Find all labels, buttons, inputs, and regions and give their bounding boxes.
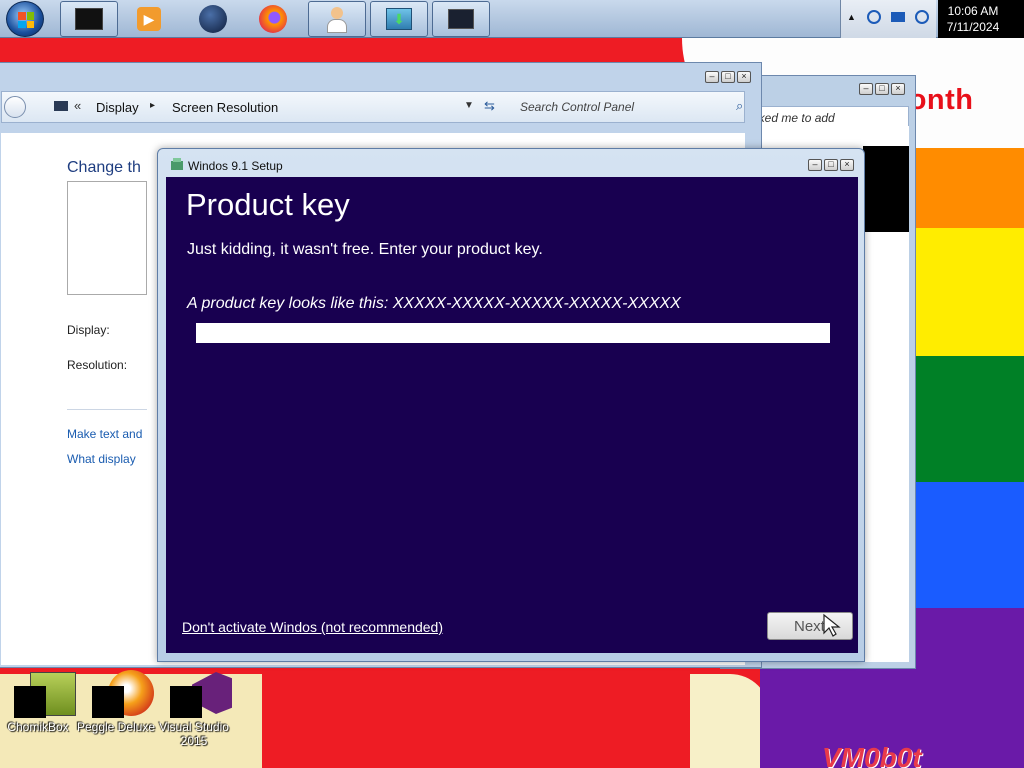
divider (67, 409, 147, 410)
monitor-dark-icon (448, 9, 474, 29)
rainbow-stripe-yellow (914, 228, 1024, 356)
show-hidden-icons-icon[interactable]: ▲ (847, 12, 856, 22)
close-icon[interactable]: × (737, 71, 751, 83)
media-player-icon: ▶ (137, 7, 161, 31)
desktop-icon-peggle[interactable]: Peggle Deluxe (76, 668, 156, 734)
wallpaper-cream-curve (690, 674, 770, 768)
wallpaper-signature: VM0b0t (822, 742, 922, 768)
taskbar: ▶ ⬇ ▲ 10:06 AM 7/11/2024 (0, 0, 1024, 38)
visual-studio-icon (170, 668, 232, 718)
chomikbox-icon (14, 668, 76, 718)
breadcrumb-separator: « (74, 98, 82, 113)
refresh-icon[interactable]: ⇆ (484, 98, 495, 114)
display-label: Display: (67, 323, 110, 337)
close-icon[interactable]: × (840, 159, 854, 171)
user-doctor-icon (325, 5, 349, 33)
monitor-preview[interactable] (67, 181, 147, 295)
setup-dialog[interactable]: Windos 9.1 Setup – □ × Product key Just … (157, 148, 865, 662)
product-key-format-hint: A product key looks like this: XXXXX-XXX… (187, 295, 681, 312)
volume-icon[interactable] (915, 10, 929, 24)
breadcrumb-current[interactable]: Screen Resolution (172, 100, 278, 115)
taskbar-media-player[interactable]: ▶ (134, 4, 164, 34)
dropdown-arrow-icon[interactable]: ▼ (464, 100, 474, 111)
maximize-icon[interactable]: □ (721, 71, 735, 83)
maximize-icon[interactable]: □ (875, 83, 889, 95)
mouse-cursor-icon (823, 613, 841, 637)
desktop-icon-label: ChomikBox (7, 720, 69, 734)
monitor-icon (54, 101, 68, 111)
breadcrumb-bullet: ▸ (150, 100, 156, 111)
taskbar-firefox[interactable] (258, 4, 288, 34)
desktop-icon-label: Visual Studio 2015 (159, 720, 229, 748)
taskbar-clock[interactable]: 10:06 AM 7/11/2024 (938, 0, 1008, 38)
desktop-icon-visual-studio[interactable]: Visual Studio 2015 (154, 668, 234, 748)
setup-window-title: Windos 9.1 Setup (188, 159, 283, 173)
rainbow-stripe-orange (914, 148, 1024, 228)
setup-icon (170, 157, 184, 171)
window-controls: – □ × (705, 71, 751, 83)
windows-logo-icon (18, 12, 34, 28)
page-title: Change th (67, 159, 141, 176)
breadcrumb-display[interactable]: Display (96, 100, 139, 115)
maximize-icon[interactable]: □ (824, 159, 838, 171)
product-key-input[interactable] (196, 323, 830, 343)
window-dark-panel (863, 146, 909, 232)
resolution-label: Resolution: (67, 358, 128, 372)
taskbar-app-blackbox[interactable] (60, 1, 118, 37)
search-input[interactable]: Search Control Panel (520, 100, 634, 114)
taskbar-globe[interactable] (198, 4, 228, 34)
action-center-icon[interactable] (891, 12, 905, 22)
search-icon[interactable]: ⌕ (736, 98, 743, 114)
make-text-link[interactable]: Make text and (67, 427, 142, 441)
taskbar-app-monitor[interactable] (432, 1, 490, 37)
product-key-subtitle: Just kidding, it wasn't free. Enter your… (187, 241, 543, 258)
wallpaper-red-band (262, 674, 702, 768)
peggle-icon (92, 668, 154, 718)
window-controls: – □ × (808, 159, 854, 171)
window-controls: – □ × (859, 83, 905, 95)
desktop-icon-chomikbox[interactable]: ChomikBox (0, 668, 78, 734)
product-key-heading: Product key (186, 187, 350, 222)
back-button-icon[interactable] (4, 96, 26, 118)
minimize-icon[interactable]: – (808, 159, 822, 171)
system-tray: ▲ (840, 0, 936, 38)
rainbow-stripe-purple (914, 608, 1024, 658)
minimize-icon[interactable]: – (859, 83, 873, 95)
what-display-link[interactable]: What display (67, 452, 136, 466)
rainbow-stripe-blue (914, 482, 1024, 608)
install-download-icon: ⬇ (386, 8, 412, 30)
close-icon[interactable]: × (891, 83, 905, 95)
black-box-app-icon (75, 8, 103, 30)
taskbar-app-install[interactable]: ⬇ (370, 1, 428, 37)
minimize-icon[interactable]: – (705, 71, 719, 83)
firefox-icon (259, 5, 287, 33)
globe-icon (199, 5, 227, 33)
rainbow-stripe-green (914, 356, 1024, 482)
setup-content: Product key Just kidding, it wasn't free… (166, 177, 858, 653)
network-icon[interactable] (867, 10, 881, 24)
clock-time: 10:06 AM (947, 4, 999, 18)
clock-date: 7/11/2024 (946, 20, 1000, 34)
taskbar-app-user[interactable] (308, 1, 366, 37)
show-desktop-button[interactable] (1008, 0, 1024, 38)
start-button[interactable] (6, 1, 44, 37)
dont-activate-link[interactable]: Don't activate Windos (not recommended) (182, 619, 443, 635)
address-bar[interactable]: « Display ▸ Screen Resolution ▼ ⇆ Search… (1, 91, 745, 123)
desktop-icon-label: Peggle Deluxe (76, 720, 156, 734)
